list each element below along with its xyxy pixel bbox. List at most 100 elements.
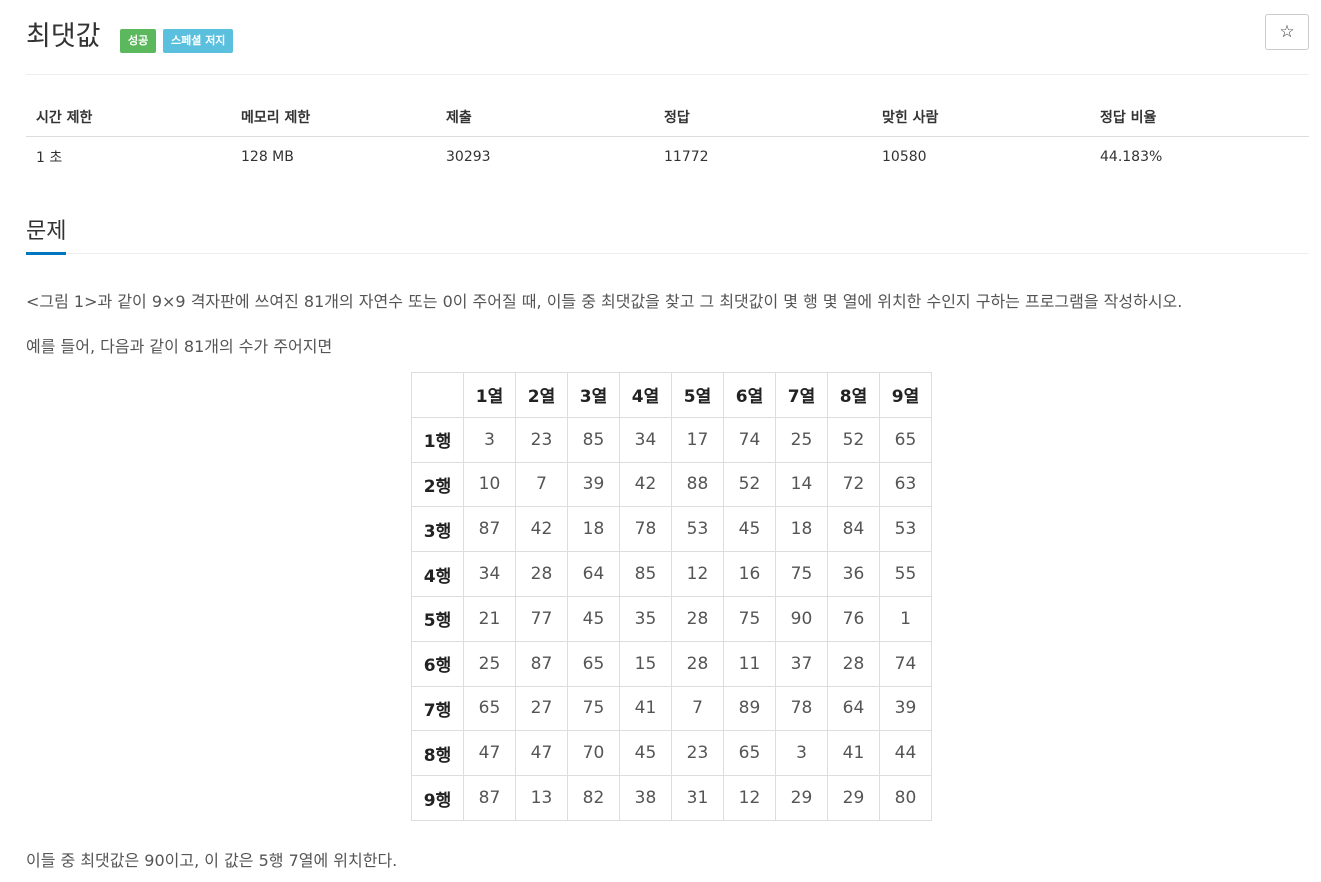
grid-col-header: 3열 — [567, 372, 620, 418]
info-solvers[interactable]: 10580 — [872, 137, 1090, 178]
grid-cell: 12 — [671, 551, 724, 597]
grid-row: 5행 21 77 45 35 28 75 90 76 1 — [411, 595, 932, 642]
grid-cell: 76 — [827, 595, 880, 642]
grid-cell: 90 — [775, 595, 828, 642]
grid-row-header: 4행 — [411, 551, 464, 597]
grid-cell: 29 — [775, 775, 828, 821]
grid-row: 1행 3 23 85 34 17 74 25 52 65 — [411, 416, 932, 463]
example-grid-table: 1열 2열 3열 4열 5열 6열 7열 8열 9열 1행 3 23 85 34 17 74 25 52 65 2행… — [411, 372, 932, 821]
grid-cell: 78 — [619, 506, 672, 553]
grid-cell: 11 — [723, 640, 776, 687]
grid-cell: 85 — [567, 416, 620, 463]
grid-cell: 16 — [723, 551, 776, 597]
info-accepted[interactable]: 11772 — [654, 137, 872, 178]
grid-row-header: 8행 — [411, 730, 464, 777]
grid-cell: 70 — [567, 730, 620, 777]
grid-row-header: 7행 — [411, 685, 464, 732]
grid-cell: 10 — [463, 461, 516, 508]
grid-cell: 18 — [775, 506, 828, 553]
grid-cell: 65 — [723, 730, 776, 777]
grid-cell: 36 — [827, 551, 880, 597]
grid-cell: 15 — [619, 640, 672, 687]
grid-cell: 23 — [671, 730, 724, 777]
grid-cell: 87 — [463, 506, 516, 553]
grid-cell: 87 — [463, 775, 516, 821]
grid-col-header: 5열 — [671, 372, 724, 418]
grid-row: 8행 47 47 70 45 23 65 3 41 44 — [411, 730, 932, 777]
favorite-button[interactable]: ☆ — [1265, 14, 1309, 50]
grid-cell: 25 — [463, 640, 516, 687]
problem-title: 최댓값 — [26, 21, 101, 52]
grid-cell: 89 — [723, 685, 776, 732]
grid-col-header: 1열 — [463, 372, 516, 418]
grid-cell: 3 — [775, 730, 828, 777]
grid-cell: 85 — [619, 551, 672, 597]
grid-cell: 87 — [515, 640, 568, 687]
grid-cell: 80 — [879, 775, 932, 821]
grid-cell: 53 — [671, 506, 724, 553]
grid-cell: 75 — [775, 551, 828, 597]
grid-cell: 38 — [619, 775, 672, 821]
description-paragraph-2: 예를 들어, 다음과 같이 81개의 수가 주어지면 — [26, 337, 333, 356]
grid-row-header: 9행 — [411, 775, 464, 821]
grid-cell: 7 — [515, 461, 568, 508]
grid-cell: 64 — [567, 551, 620, 597]
grid-cell: 64 — [827, 685, 880, 732]
grid-cell: 82 — [567, 775, 620, 821]
grid-cell: 75 — [723, 595, 776, 642]
grid-cell: 63 — [879, 461, 932, 508]
grid-cell: 65 — [567, 640, 620, 687]
grid-cell: 23 — [515, 416, 568, 463]
info-header-accepted: 정답 — [654, 98, 872, 137]
result-badge[interactable]: 성공 — [120, 29, 157, 53]
grid-cell: 37 — [775, 640, 828, 687]
grid-cell: 21 — [463, 595, 516, 642]
info-memory-limit: 128 MB — [241, 149, 294, 165]
grid-col-header: 7열 — [775, 372, 828, 418]
grid-cell: 28 — [827, 640, 880, 687]
grid-cell: 75 — [567, 685, 620, 732]
grid-col-header: 4열 — [619, 372, 672, 418]
grid-row: 2행 10 7 39 42 88 52 14 72 63 — [411, 461, 932, 508]
info-submissions[interactable]: 30293 — [436, 137, 654, 178]
grid-cell: 52 — [827, 416, 880, 463]
grid-cell: 42 — [515, 506, 568, 553]
grid-cell: 39 — [879, 685, 932, 732]
grid-row-header: 1행 — [411, 416, 464, 463]
grid-row: 9행 87 13 82 38 31 12 29 29 80 — [411, 775, 932, 821]
grid-cell: 72 — [827, 461, 880, 508]
grid-cell: 45 — [619, 730, 672, 777]
grid-cell: 78 — [775, 685, 828, 732]
section-heading: 문제 — [26, 210, 1309, 255]
grid-row-header: 2행 — [411, 461, 464, 508]
grid-cell: 65 — [879, 416, 932, 463]
info-ratio: 44.183% — [1100, 149, 1163, 165]
grid-cell: 74 — [723, 416, 776, 463]
grid-col-header: 2열 — [515, 372, 568, 418]
grid-cell: 3 — [463, 416, 516, 463]
special-judge-badge[interactable]: 스페셜 저지 — [163, 29, 234, 53]
grid-row: 3행 87 42 18 78 53 45 18 84 53 — [411, 506, 932, 553]
grid-cell: 17 — [671, 416, 724, 463]
info-header-memory-limit: 메모리 제한 — [231, 98, 436, 137]
problem-header: 최댓값 성공 스페셜 저지 ☆ — [26, 0, 1309, 75]
grid-cell: 18 — [567, 506, 620, 553]
grid-cell: 39 — [567, 461, 620, 508]
grid-cell: 65 — [463, 685, 516, 732]
grid-cell: 14 — [775, 461, 828, 508]
info-header-time-limit: 시간 제한 — [26, 98, 231, 137]
grid-cell: 7 — [671, 685, 724, 732]
grid-cell: 52 — [723, 461, 776, 508]
grid-cell: 45 — [567, 595, 620, 642]
info-header-ratio: 정답 비율 — [1090, 98, 1309, 137]
grid-cell: 34 — [619, 416, 672, 463]
grid-cell: 13 — [515, 775, 568, 821]
grid-cell: 44 — [879, 730, 932, 777]
description-paragraph-1: <그림 1>과 같이 9×9 격자판에 쓰여진 81개의 자연수 또는 0이 주… — [26, 292, 1183, 311]
grid-row-header: 5행 — [411, 595, 464, 642]
grid-cell: 1 — [879, 595, 932, 642]
grid-cell: 47 — [515, 730, 568, 777]
grid-cell: 53 — [879, 506, 932, 553]
grid-row: 6행 25 87 65 15 28 11 37 28 74 — [411, 640, 932, 687]
grid-cell: 12 — [723, 775, 776, 821]
